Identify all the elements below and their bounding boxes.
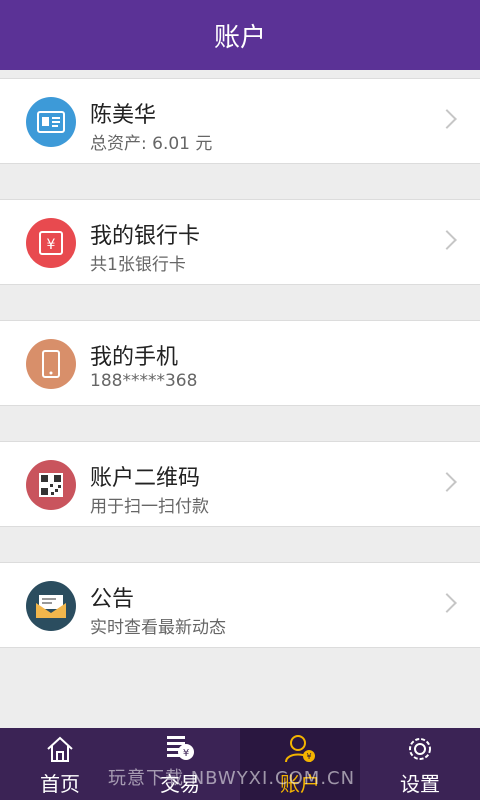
user-name: 陈美华: [90, 103, 157, 128]
phone-row[interactable]: 我的手机 188*****368: [0, 320, 480, 406]
bank-card-row[interactable]: ¥ 我的银行卡 共1张银行卡: [0, 199, 480, 285]
phone-icon: [26, 339, 76, 389]
trade-icon: ¥: [164, 732, 196, 766]
account-profile-row[interactable]: 陈美华 总资产: 6.01 元: [0, 78, 480, 164]
bottom-tab-bar: 首页 ¥ 交易 ¥ 账户 设置: [0, 728, 480, 800]
chevron-right-icon: [437, 230, 457, 250]
tab-settings[interactable]: 设置: [360, 728, 480, 800]
tab-account-label: 账户: [280, 771, 320, 796]
bank-card-icon: ¥: [26, 218, 76, 268]
section-gap: [0, 406, 480, 441]
announcement-title: 公告: [90, 587, 135, 612]
section-gap: [0, 527, 480, 562]
chevron-right-icon: [437, 109, 457, 129]
announcement-row[interactable]: 公告 实时查看最新动态: [0, 562, 480, 648]
qr-code-title: 账户二维码: [90, 466, 201, 491]
id-card-icon: [26, 97, 76, 147]
gear-icon: [405, 732, 435, 766]
tab-trade-label: 交易: [160, 771, 200, 796]
envelope-icon: [26, 581, 76, 631]
svg-text:¥: ¥: [47, 237, 56, 253]
account-icon: ¥: [284, 732, 316, 766]
bank-card-title: 我的银行卡: [90, 224, 201, 249]
tab-home-label: 首页: [40, 771, 80, 796]
total-assets: 总资产: 6.01 元: [90, 134, 213, 154]
app-header: 账户: [0, 0, 480, 70]
section-gap: [0, 164, 480, 199]
qr-code-desc: 用于扫一扫付款: [90, 497, 209, 517]
qr-code-icon: [26, 460, 76, 510]
page-title: 账户: [213, 22, 266, 53]
chevron-right-icon: [437, 593, 457, 613]
home-icon: [45, 732, 75, 766]
phone-title: 我的手机: [90, 345, 179, 370]
phone-number: 188*****368: [90, 371, 198, 391]
tab-home[interactable]: 首页: [0, 728, 120, 800]
svg-text:¥: ¥: [306, 752, 311, 761]
section-gap: [0, 285, 480, 320]
svg-text:¥: ¥: [183, 748, 189, 759]
tab-account[interactable]: ¥ 账户: [240, 728, 360, 800]
tab-trade[interactable]: ¥ 交易: [120, 728, 240, 800]
bank-card-count: 共1张银行卡: [90, 255, 186, 275]
announcement-desc: 实时查看最新动态: [90, 618, 226, 638]
qr-code-row[interactable]: 账户二维码 用于扫一扫付款: [0, 441, 480, 527]
section-gap: [0, 70, 480, 78]
chevron-right-icon: [437, 472, 457, 492]
tab-settings-label: 设置: [400, 771, 440, 796]
